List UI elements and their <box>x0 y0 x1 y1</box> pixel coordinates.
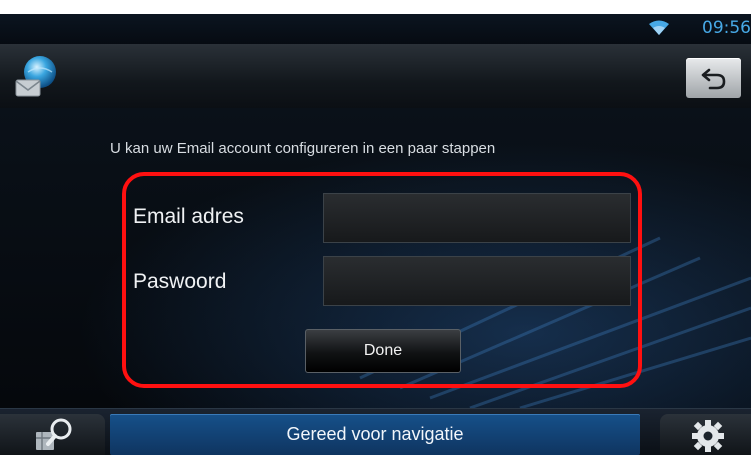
navigation-status: Gereed voor navigatie <box>110 414 640 455</box>
email-setup-screen: 09:56 U kan uw Email account configurere… <box>0 0 751 455</box>
top-margin <box>0 0 751 14</box>
navigation-search-button[interactable] <box>0 414 105 455</box>
email-globe-icon <box>15 56 56 97</box>
back-arrow-icon <box>701 68 726 90</box>
gear-icon <box>692 420 724 452</box>
back-button[interactable] <box>686 58 741 98</box>
wifi-icon <box>649 20 669 35</box>
intro-text: U kan uw Email account configureren in e… <box>110 140 496 157</box>
header-bar <box>0 44 751 109</box>
map-search-icon <box>36 418 72 450</box>
password-field[interactable] <box>323 256 631 306</box>
email-label: Email adres <box>133 205 244 228</box>
password-label: Paswoord <box>133 270 227 293</box>
done-button[interactable]: Done <box>305 329 461 373</box>
email-field[interactable] <box>323 193 631 243</box>
status-time: 09:56 <box>702 18 751 38</box>
settings-button[interactable] <box>660 414 751 455</box>
status-bar <box>0 14 751 44</box>
